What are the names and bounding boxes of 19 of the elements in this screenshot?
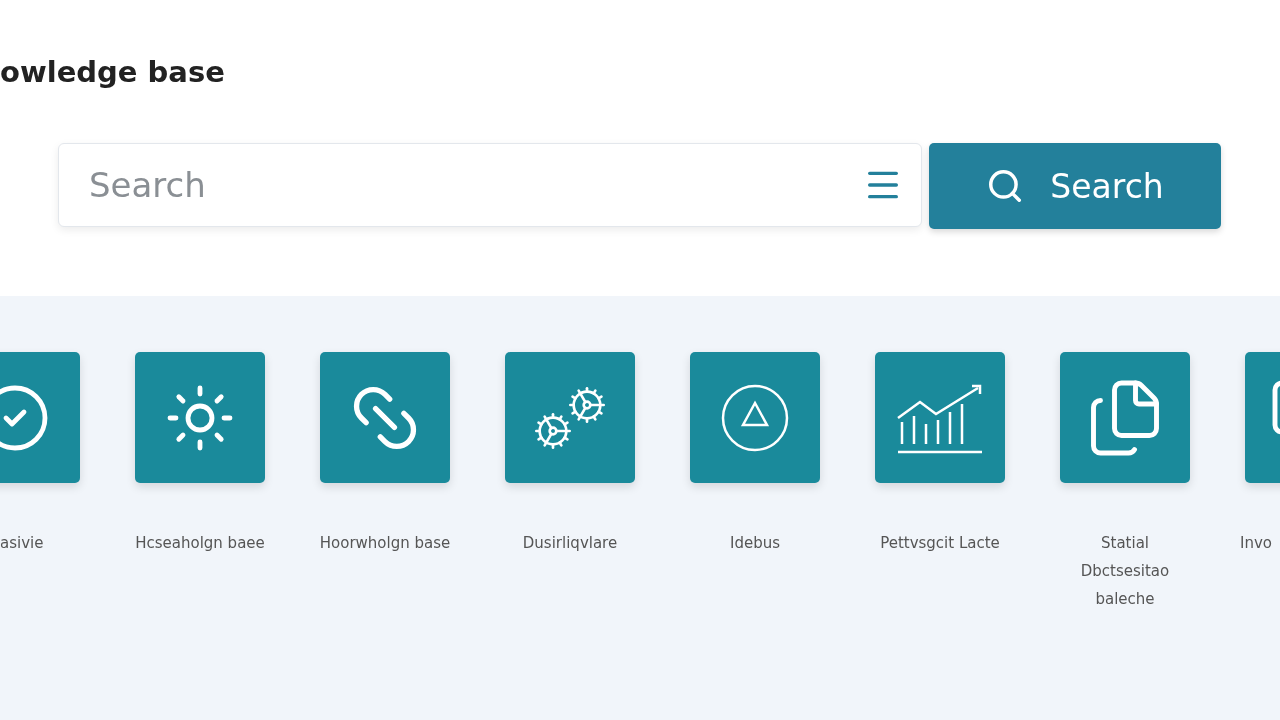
category-label: Hcseaholgn baee — [134, 533, 266, 554]
category-tile[interactable] — [690, 352, 820, 483]
category-label: Idebus — [729, 533, 781, 554]
category-label: Statial Dbctsesitao baleche — [1079, 533, 1171, 610]
category-label: Hoorwholgn base — [318, 533, 452, 554]
category-label: asivie — [0, 533, 45, 554]
search-button[interactable]: Search — [929, 143, 1221, 229]
search-bar[interactable]: Search — [58, 143, 922, 227]
gears-icon — [533, 384, 607, 451]
category-label: Pettvsgcit Lacte — [879, 533, 1001, 554]
category-label: Invo — [1240, 533, 1273, 554]
category-tile[interactable] — [320, 352, 450, 483]
category-tile[interactable] — [505, 352, 635, 483]
category-label: Dusirliqvlare — [521, 533, 619, 554]
category-tile[interactable] — [1060, 352, 1190, 483]
category-tile[interactable] — [875, 352, 1005, 483]
category-tile[interactable] — [135, 352, 265, 483]
page-title: owledge base — [0, 54, 225, 91]
search-input[interactable]: Search — [87, 164, 863, 206]
